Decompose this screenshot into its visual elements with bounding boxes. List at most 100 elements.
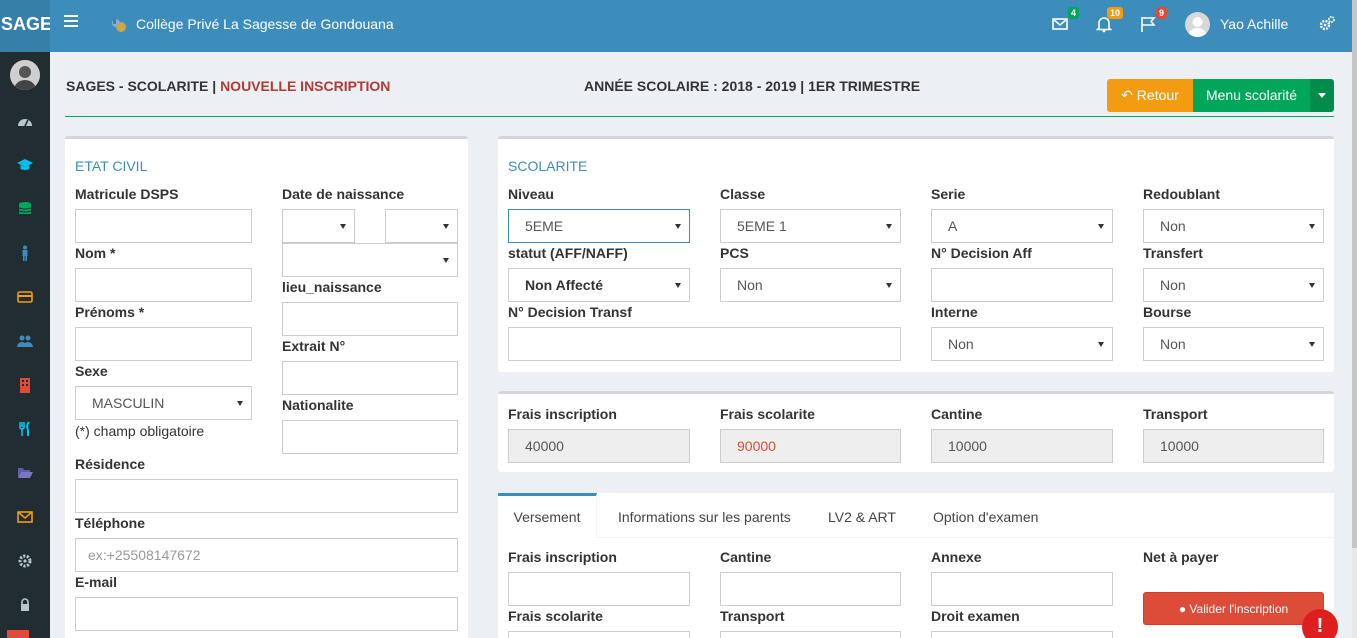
envelope-icon[interactable]: [17, 509, 33, 525]
email-input[interactable]: [75, 597, 458, 631]
menu-dropdown-toggle[interactable]: [1310, 79, 1334, 112]
nom-input[interactable]: [75, 268, 252, 302]
tab-parents[interactable]: Informations sur les parents: [618, 509, 791, 525]
messages-count-badge: 4: [1067, 7, 1079, 19]
statut-label: statut (AFF/NAFF): [508, 245, 628, 261]
flags-count-badge: 9: [1155, 7, 1167, 19]
frais-scolarite-input[interactable]: 90000: [720, 429, 901, 463]
school-logo-icon: [109, 15, 129, 35]
extrait-label: Extrait N°: [282, 338, 346, 354]
cantine-label: Cantine: [931, 406, 983, 422]
telephone-label: Téléphone: [75, 515, 146, 531]
retour-button[interactable]: ↶ Retour: [1107, 79, 1193, 112]
redoublant-select[interactable]: Non: [1143, 209, 1324, 243]
scolarite-title: SCOLARITE: [508, 158, 588, 174]
user-icon: ●: [1178, 602, 1187, 616]
versement-transport-input[interactable]: [720, 631, 901, 638]
valider-inscription-button[interactable]: ● Valider l'inscription: [1143, 592, 1324, 625]
page-scrollbar[interactable]: [1352, 0, 1357, 638]
decision-transf-input[interactable]: [508, 327, 901, 361]
versement-annexe-label: Annexe: [931, 549, 982, 565]
sexe-select[interactable]: MASCULIN: [75, 386, 252, 420]
menu-scolarite-button[interactable]: Menu scolarité: [1193, 79, 1310, 112]
extrait-input[interactable]: [282, 361, 458, 395]
breadcrumb-page: NOUVELLE INSCRIPTION: [220, 78, 391, 94]
birth-month-select[interactable]: [385, 209, 458, 243]
user-name[interactable]: Yao Achille: [1220, 16, 1288, 32]
scrollbar-thumb[interactable]: [1352, 0, 1357, 548]
flag-icon[interactable]: 9: [1139, 7, 1167, 35]
breadcrumb-separator: |: [208, 78, 221, 94]
serie-label: Serie: [931, 186, 966, 202]
graduation-cap-icon[interactable]: [17, 157, 33, 173]
versement-annexe-input[interactable]: [931, 572, 1113, 606]
lock-icon[interactable]: [17, 597, 33, 613]
transport-input[interactable]: 10000: [1143, 429, 1324, 463]
versement-cantine-label: Cantine: [720, 549, 772, 565]
dashboard-icon[interactable]: [17, 114, 33, 130]
decision-aff-input[interactable]: [931, 268, 1113, 302]
user-avatar[interactable]: [1185, 12, 1210, 37]
transfert-select[interactable]: Non: [1143, 268, 1324, 302]
serie-select[interactable]: A: [931, 209, 1113, 243]
versement-droit-examen-label: Droit examen: [931, 608, 1020, 624]
transfert-label: Transfert: [1143, 245, 1203, 261]
versement-frais-inscription-label: Frais inscription: [508, 549, 617, 565]
retour-label: Retour: [1136, 87, 1179, 103]
frais-inscription-label: Frais inscription: [508, 406, 617, 422]
niveau-select[interactable]: 5EME: [508, 209, 690, 243]
versement-frais-inscription-input[interactable]: [508, 572, 690, 606]
bell-icon[interactable]: 10: [1095, 7, 1123, 35]
telephone-input[interactable]: ex:+25508147672: [75, 538, 458, 572]
versement-transport-label: Transport: [720, 608, 785, 624]
cutlery-icon[interactable]: [17, 421, 33, 437]
tab-lv2-art[interactable]: LV2 & ART: [828, 509, 896, 525]
app-logo[interactable]: SAGE: [0, 0, 50, 52]
versement-droit-examen-input[interactable]: [931, 631, 1113, 638]
tab-option-examen[interactable]: Option d'examen: [933, 509, 1038, 525]
prenoms-label: Prénoms *: [75, 304, 145, 320]
sexe-label: Sexe: [75, 363, 108, 379]
pcs-select[interactable]: Non: [720, 268, 901, 302]
statut-select[interactable]: Non Affecté: [508, 268, 690, 302]
interne-select[interactable]: Non: [931, 327, 1113, 361]
bourse-select[interactable]: Non: [1143, 327, 1324, 361]
breadcrumb-main: SAGES - SCOLARITE: [66, 78, 209, 94]
cantine-input[interactable]: 10000: [931, 429, 1113, 463]
gear-icon[interactable]: [17, 553, 33, 569]
transport-label: Transport: [1143, 406, 1208, 422]
folder-open-icon[interactable]: [17, 465, 33, 481]
school-name[interactable]: Collège Privé La Sagesse de Gondouana: [136, 16, 394, 32]
nationalite-input[interactable]: [282, 420, 458, 454]
classe-select[interactable]: 5EME 1: [720, 209, 901, 243]
versement-frais-scolarite-input[interactable]: [508, 631, 690, 638]
valider-label: Valider l'inscription: [1189, 602, 1289, 616]
redoublant-label: Redoublant: [1143, 186, 1220, 202]
users-icon[interactable]: [17, 333, 33, 349]
breadcrumb: SAGES - SCOLARITE | NOUVELLE INSCRIPTION: [66, 78, 390, 94]
building-icon[interactable]: [17, 377, 33, 393]
lieu-naissance-input[interactable]: [282, 302, 458, 336]
tab-versement[interactable]: Versement: [498, 493, 597, 538]
pcs-label: PCS: [720, 245, 749, 261]
sidebar-red-item: [7, 630, 29, 638]
envelope-icon[interactable]: 4: [1051, 7, 1079, 35]
sidebar-avatar: [10, 60, 40, 90]
header-divider: [65, 116, 1334, 117]
alert-badge[interactable]: !: [1302, 609, 1338, 638]
male-icon[interactable]: [17, 245, 33, 261]
gears-icon[interactable]: [1318, 15, 1336, 33]
interne-label: Interne: [931, 304, 978, 320]
prenoms-input[interactable]: [75, 327, 252, 361]
credit-card-icon[interactable]: [17, 289, 33, 305]
versement-cantine-input[interactable]: [720, 572, 901, 606]
residence-input[interactable]: [75, 479, 458, 513]
birth-day-select[interactable]: [282, 209, 355, 243]
frais-inscription-input[interactable]: 40000: [508, 429, 690, 463]
matricule-input[interactable]: [75, 209, 252, 243]
classe-label: Classe: [720, 186, 766, 202]
database-icon[interactable]: [17, 201, 33, 217]
menu-toggle-icon[interactable]: [64, 15, 78, 29]
caret-down-icon: [1318, 93, 1326, 98]
birth-year-select[interactable]: [282, 243, 458, 277]
